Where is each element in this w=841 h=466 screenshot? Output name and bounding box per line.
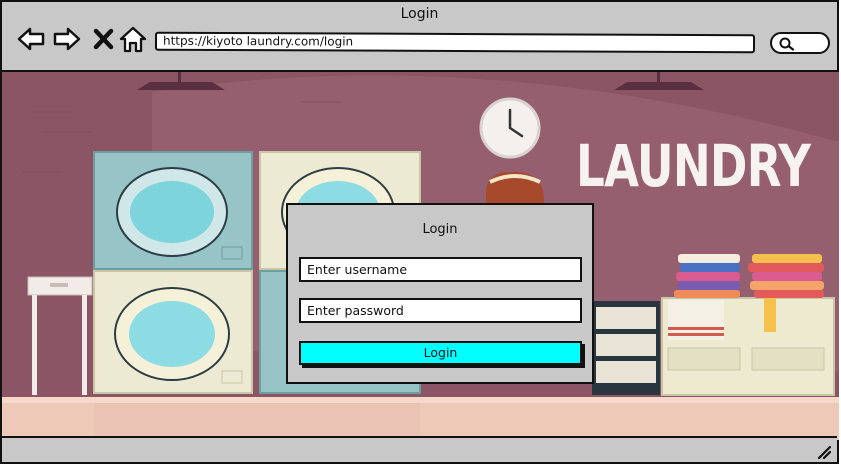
browser-toolbar: Login https://kiyoto laundry.com/login [2,2,837,72]
login-dialog-title: Login [422,222,458,237]
browser-window: Login https://kiyoto laundry.com/login L… [0,0,839,464]
address-bar[interactable]: https://kiyoto laundry.com/login [154,31,756,54]
laundry-sign-text: LAUNDRY [576,132,811,200]
close-icon[interactable] [89,24,119,54]
back-arrow-icon[interactable] [16,24,46,54]
forward-arrow-icon[interactable] [52,24,82,54]
login-dialog: Login Enter username Enter password Logi… [286,203,594,384]
status-bar [2,436,837,462]
password-field[interactable]: Enter password [299,298,582,323]
username-field[interactable]: Enter username [299,257,582,282]
search-button[interactable] [770,32,830,54]
window-title: Login [400,6,439,22]
home-icon[interactable] [118,24,148,54]
search-icon [779,37,795,51]
login-button[interactable]: Login [299,341,582,365]
resize-grip-icon[interactable] [815,443,831,459]
